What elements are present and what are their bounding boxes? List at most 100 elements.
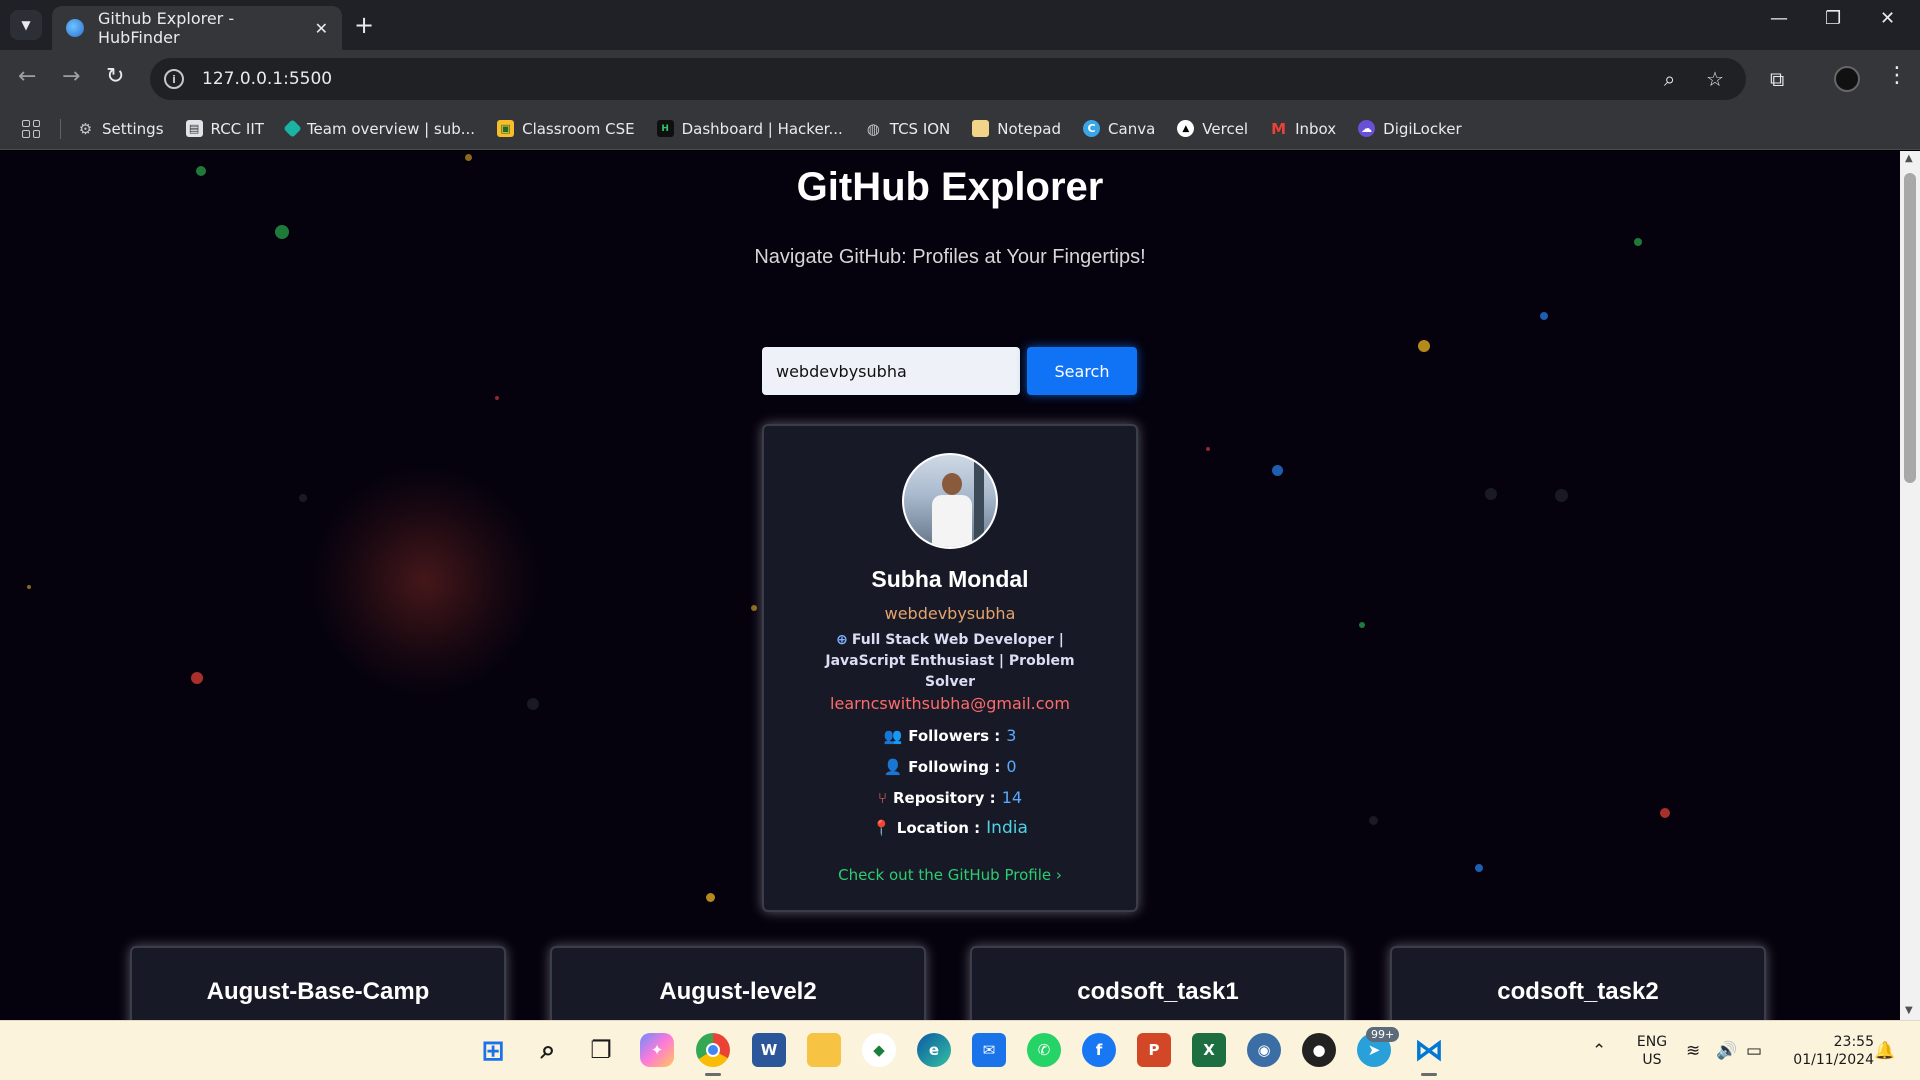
github-profile-link[interactable]: Check out the GitHub Profile ›: [764, 866, 1136, 884]
scroll-thumb[interactable]: [1904, 173, 1916, 483]
bookmark-label: Classroom CSE: [522, 119, 635, 138]
stat-value: 14: [1001, 788, 1023, 807]
particle: [299, 494, 307, 502]
bookmark-classroom-cse[interactable]: ▣ Classroom CSE: [497, 120, 635, 138]
battery-icon[interactable]: ▭: [1746, 1041, 1762, 1061]
language-indicator[interactable]: ENG US: [1634, 1033, 1670, 1069]
forward-icon[interactable]: →: [62, 64, 80, 89]
repo-name: August-Base-Camp: [206, 978, 430, 1005]
copilot-icon[interactable]: ✦: [640, 1033, 674, 1067]
bookmark-hackerrank[interactable]: H Dashboard | Hacker...: [656, 119, 843, 138]
folder-icon: [972, 120, 990, 137]
background-glow: [310, 466, 540, 696]
leaf-app-icon[interactable]: ◆: [862, 1033, 896, 1067]
clock[interactable]: 23:55 01/11/2024: [1782, 1033, 1874, 1069]
facebook-icon[interactable]: f: [1082, 1033, 1116, 1067]
tab-bar: ▼ Github Explorer - HubFinder ✕ + — ❐ ✕: [0, 0, 1920, 50]
avatar-head: [942, 473, 962, 495]
powerpoint-icon[interactable]: P: [1137, 1033, 1171, 1067]
site-info-icon[interactable]: i: [164, 69, 184, 89]
repo-card[interactable]: codsoft_task2: [1390, 946, 1766, 1020]
reload-icon[interactable]: ↻: [106, 64, 124, 89]
bookmark-digilocker[interactable]: ☁ DigiLocker: [1358, 119, 1462, 138]
profile-avatar-icon[interactable]: [1834, 66, 1860, 92]
stat-location: 📍 Location : India: [764, 818, 1136, 838]
bookmark-inbox[interactable]: M Inbox: [1270, 120, 1336, 138]
bookmark-canva[interactable]: C Canva: [1083, 120, 1155, 138]
app-globe-icon[interactable]: ◉: [1247, 1033, 1281, 1067]
volume-icon[interactable]: 🔊: [1716, 1041, 1737, 1061]
username-search-input[interactable]: [762, 347, 1020, 395]
apps-grid-icon[interactable]: [22, 119, 40, 138]
whatsapp-icon[interactable]: ✆: [1027, 1033, 1061, 1067]
wifi-icon[interactable]: ≋: [1686, 1041, 1700, 1061]
bookmark-label: DigiLocker: [1383, 119, 1462, 138]
excel-icon[interactable]: X: [1192, 1033, 1226, 1067]
profile-name: Subha Mondal: [871, 566, 1029, 592]
task-view-icon[interactable]: ❐: [584, 1033, 618, 1067]
back-icon[interactable]: ←: [18, 64, 36, 89]
tab-github-explorer[interactable]: Github Explorer - HubFinder ✕: [52, 6, 342, 50]
stat-value: India: [986, 818, 1028, 838]
search-icon[interactable]: ⌕: [531, 1033, 565, 1067]
hackerrank-icon: H: [656, 120, 674, 137]
edge-icon[interactable]: e: [917, 1033, 951, 1067]
tray-chevron-icon[interactable]: ⌃: [1592, 1041, 1606, 1061]
tab-close-icon[interactable]: ✕: [315, 19, 328, 38]
bookmark-team-overview[interactable]: Team overview | sub...: [283, 119, 475, 138]
obs-icon[interactable]: ●: [1302, 1033, 1336, 1067]
avatar-body: [932, 495, 972, 547]
vscode-icon[interactable]: ⋈: [1412, 1033, 1446, 1068]
page-viewport: GitHub Explorer Navigate GitHub: Profile…: [0, 151, 1900, 1020]
bookmark-star-icon[interactable]: ☆: [1706, 67, 1724, 91]
repo-card[interactable]: August-level2: [550, 946, 926, 1020]
mail-icon[interactable]: ✉: [972, 1033, 1006, 1067]
page-title: GitHub Explorer: [796, 165, 1104, 209]
restore-icon[interactable]: ❐: [1825, 8, 1841, 29]
particle: [1475, 864, 1483, 872]
scroll-down-icon[interactable]: ▼: [1905, 1005, 1913, 1016]
extensions-icon[interactable]: ⧉: [1770, 67, 1784, 91]
search-button[interactable]: Search: [1027, 347, 1137, 395]
particle: [1555, 489, 1568, 502]
bookmark-vercel[interactable]: ▲ Vercel: [1177, 120, 1248, 138]
particle: [1634, 238, 1642, 246]
avatar: [902, 453, 998, 549]
tab-search-dropdown-icon[interactable]: ▼: [10, 10, 42, 40]
notification-bell-icon[interactable]: 🔔: [1874, 1041, 1895, 1061]
avatar-background: [974, 455, 984, 547]
zoom-icon[interactable]: ⌕: [1664, 67, 1675, 91]
particle: [191, 672, 203, 684]
repo-card[interactable]: codsoft_task1: [970, 946, 1346, 1020]
stat-value: 0: [1006, 757, 1017, 776]
file-explorer-icon[interactable]: [807, 1033, 841, 1067]
bookmark-notepad[interactable]: Notepad: [972, 120, 1061, 138]
profile-bio-text: Full Stack Web Developer | JavaScript En…: [825, 632, 1075, 690]
stat-followers: 👥 Followers : 3: [764, 726, 1136, 745]
bookmark-label: TCS ION: [889, 119, 951, 138]
windows-start-icon[interactable]: ⊞: [476, 1033, 510, 1067]
chrome-icon[interactable]: [696, 1033, 730, 1067]
url-text[interactable]: 127.0.0.1:5500: [202, 69, 332, 89]
digilocker-icon: ☁: [1358, 120, 1376, 137]
close-window-icon[interactable]: ✕: [1880, 8, 1895, 29]
new-tab-icon[interactable]: +: [354, 10, 374, 40]
repo-name: August-level2: [659, 978, 817, 1005]
bookmark-tcs-ion[interactable]: ◍ TCS ION: [865, 120, 951, 138]
repo-card[interactable]: August-Base-Camp: [130, 946, 506, 1020]
scroll-up-icon[interactable]: ▲: [1905, 153, 1913, 164]
vercel-icon: ▲: [1177, 120, 1195, 137]
diamond-icon: [283, 119, 302, 138]
bookmark-label: Dashboard | Hacker...: [681, 119, 843, 138]
stat-following: 👤 Following : 0: [764, 757, 1136, 776]
bookmark-rcc-iit[interactable]: ▤ RCC IIT: [185, 120, 264, 138]
page-scrollbar[interactable]: ▲ ▼: [1900, 151, 1920, 1020]
profile-bio: ⊕ Full Stack Web Developer | JavaScript E…: [804, 630, 1096, 693]
users-icon: 👥: [883, 726, 903, 745]
menu-kebab-icon[interactable]: ⋮: [1886, 63, 1908, 88]
address-bar[interactable]: i 127.0.0.1:5500: [150, 58, 1746, 100]
minimize-icon[interactable]: —: [1770, 8, 1788, 29]
bookmark-settings[interactable]: ⚙ Settings: [77, 120, 164, 138]
stat-label: Location :: [896, 819, 981, 837]
word-icon[interactable]: W: [752, 1033, 786, 1067]
